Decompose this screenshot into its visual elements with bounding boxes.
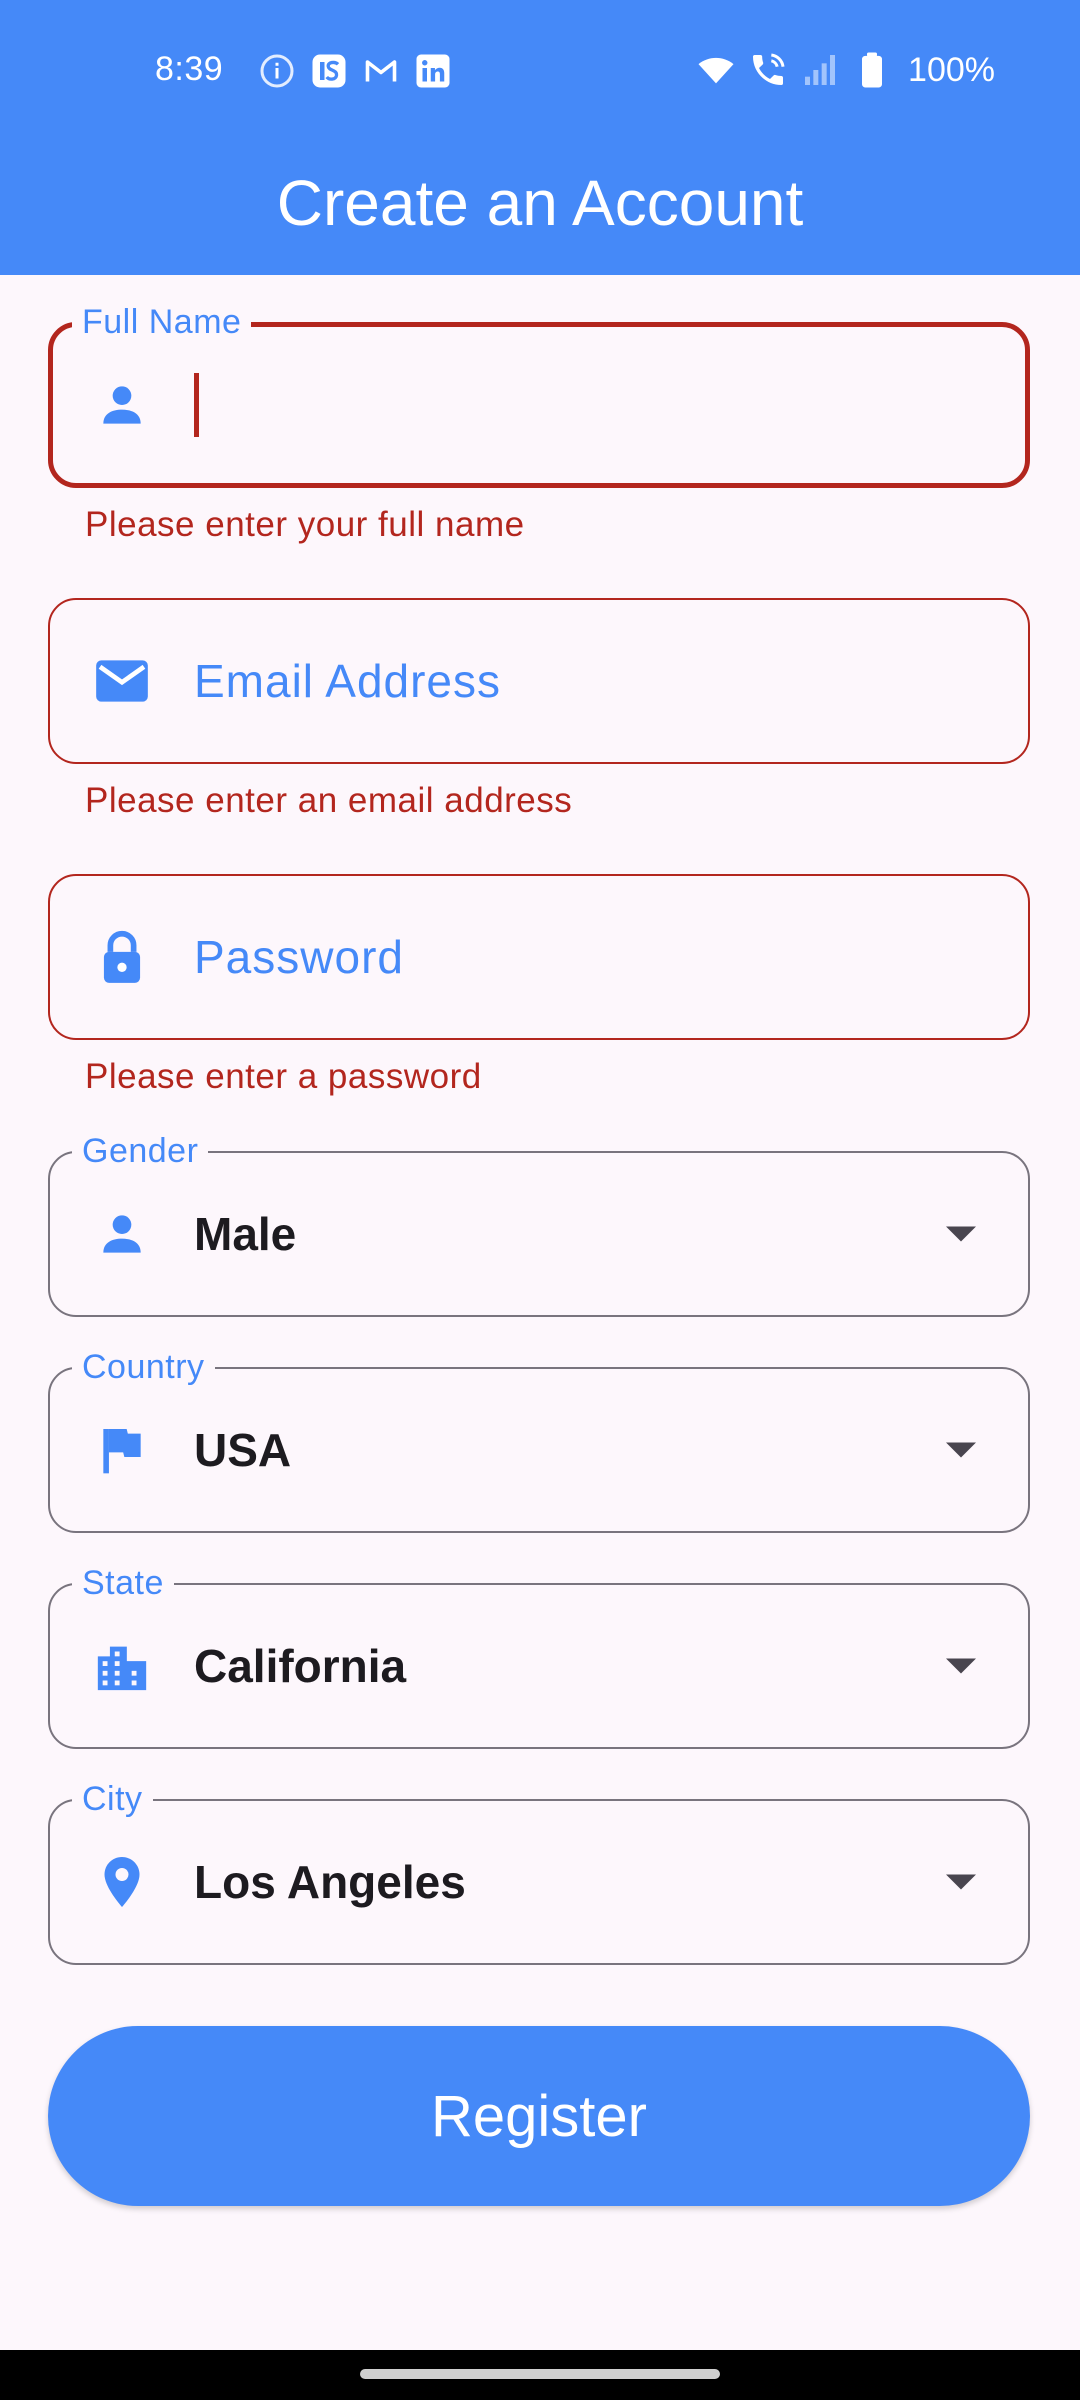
password-field[interactable]: Password <box>48 874 1030 1040</box>
email-icon <box>90 649 154 713</box>
password-placeholder: Password <box>194 931 404 983</box>
notification-icons <box>258 52 452 90</box>
state-value: California <box>194 1640 407 1692</box>
dropdown-arrow-icon <box>946 1226 976 1242</box>
info-icon <box>258 52 296 90</box>
state-dropdown[interactable]: State California <box>48 1563 1030 1749</box>
system-status-icons: 100% <box>696 50 995 90</box>
battery-percent: 100% <box>908 50 995 89</box>
email-error: Please enter an email address <box>85 781 573 820</box>
register-button[interactable]: Register <box>48 2026 1030 2206</box>
city-value: Los Angeles <box>194 1856 466 1908</box>
lock-icon <box>90 925 154 989</box>
status-time: 8:39 <box>155 50 224 88</box>
city-dropdown[interactable]: City Los Angeles <box>48 1779 1030 1965</box>
gmail-icon <box>362 52 400 90</box>
full-name-field[interactable]: Full Name <box>48 302 1030 488</box>
country-dropdown[interactable]: Country USA <box>48 1347 1030 1533</box>
dropdown-arrow-icon <box>946 1874 976 1890</box>
password-error: Please enter a password <box>85 1057 482 1096</box>
linkedin-icon <box>414 52 452 90</box>
flag-icon <box>90 1418 154 1482</box>
email-field[interactable]: Email Address <box>48 598 1030 764</box>
state-label: State <box>72 1563 174 1603</box>
gender-dropdown[interactable]: Gender Male <box>48 1131 1030 1317</box>
page-title: Create an Account <box>276 167 804 239</box>
wifi-icon <box>696 50 736 90</box>
full-name-error: Please enter your full name <box>85 505 525 544</box>
country-label: Country <box>72 1347 215 1387</box>
status-bar: 8:39 100% <box>0 0 1080 140</box>
navigation-bar <box>0 2350 1080 2400</box>
city-label: City <box>72 1779 153 1819</box>
indeed-icon <box>310 52 348 90</box>
battery-icon <box>852 50 892 90</box>
home-gesture-handle[interactable] <box>360 2369 720 2379</box>
location-pin-icon <box>90 1850 154 1914</box>
building-icon <box>90 1634 154 1698</box>
app-bar: Create an Account <box>0 140 1080 275</box>
gender-value: Male <box>194 1208 297 1260</box>
email-placeholder: Email Address <box>194 655 502 707</box>
text-cursor <box>194 373 199 437</box>
signal-icon <box>800 50 840 90</box>
gender-label: Gender <box>72 1131 209 1171</box>
dropdown-arrow-icon <box>946 1442 976 1458</box>
dropdown-arrow-icon <box>946 1658 976 1674</box>
person-icon <box>90 373 154 437</box>
wifi-calling-icon <box>748 50 788 90</box>
full-name-label: Full Name <box>72 302 252 342</box>
country-value: USA <box>194 1424 292 1476</box>
person-icon <box>90 1202 154 1266</box>
